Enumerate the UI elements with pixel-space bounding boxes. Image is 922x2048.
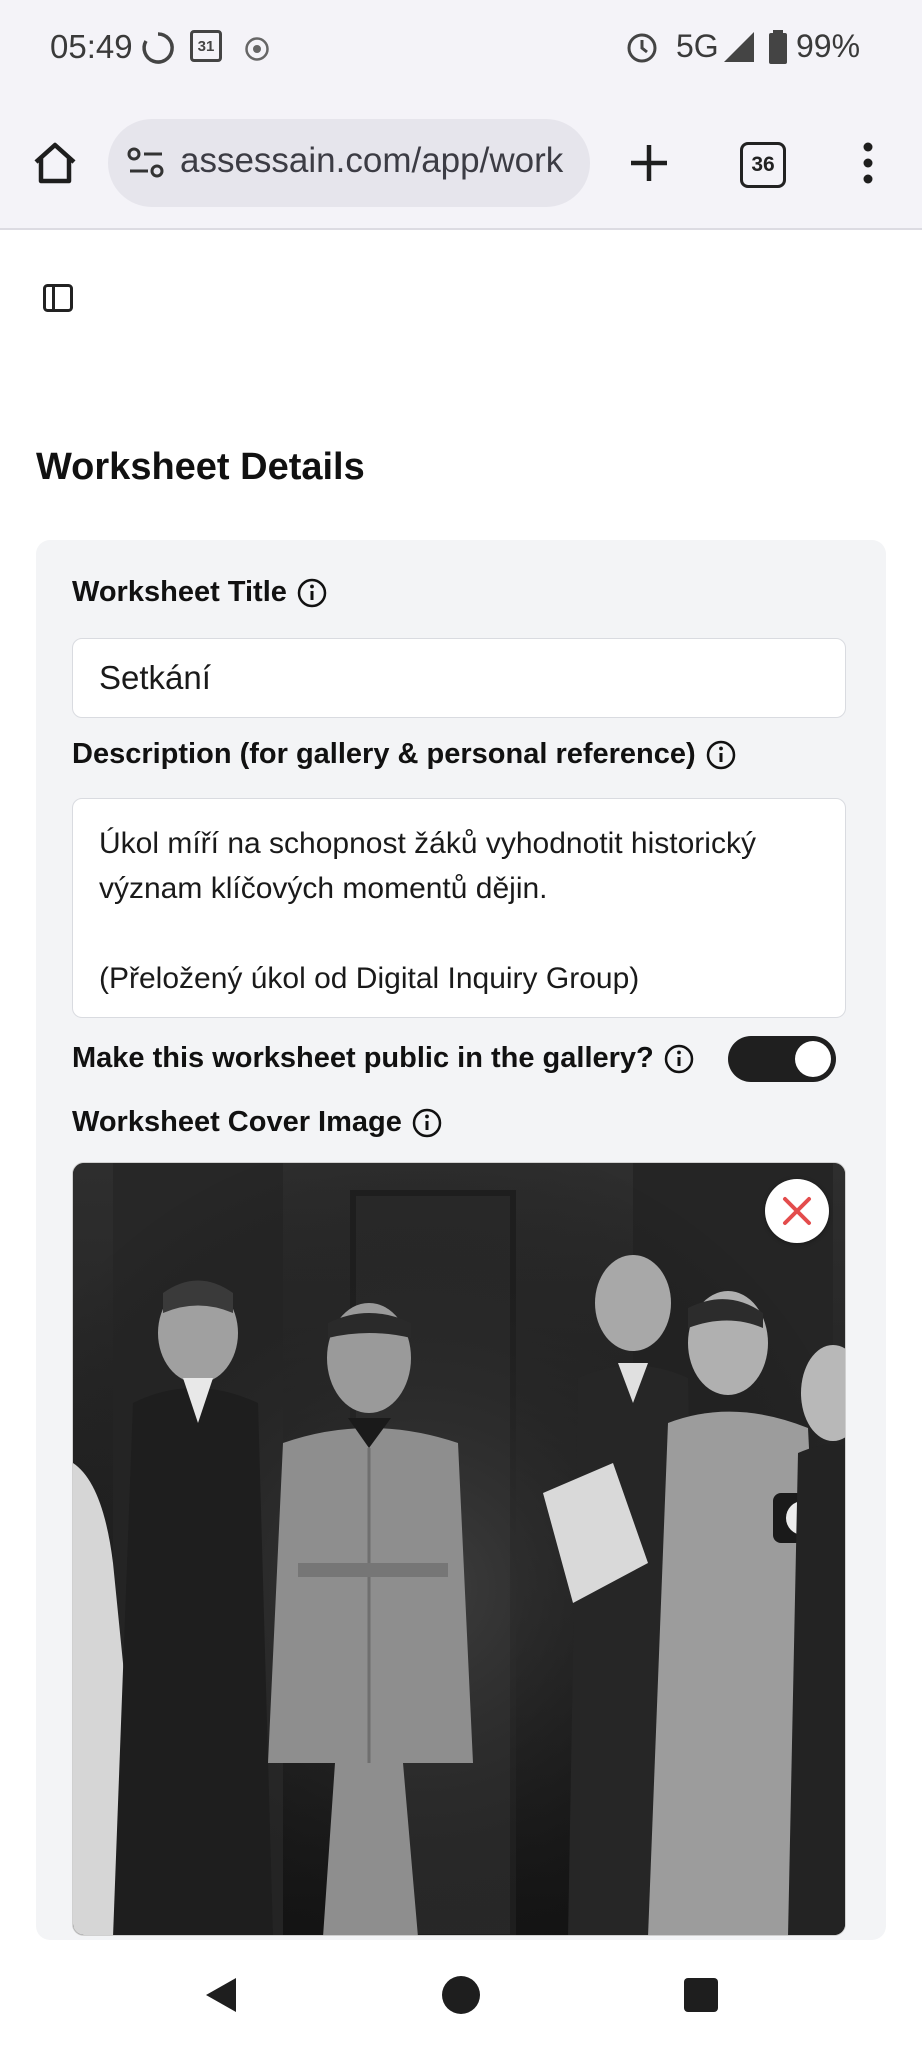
cover-image [72,1162,846,1936]
description-label-text: Description (for gallery & personal refe… [72,738,696,770]
public-gallery-label: Make this worksheet public in the galler… [72,1042,694,1075]
alarm-icon [627,33,657,63]
plus-icon[interactable] [624,138,674,188]
worksheet-details-card: Worksheet Title Setkání Description (for… [36,540,886,1940]
toggle-knob [795,1041,831,1077]
cover-image-label: Worksheet Cover Image [72,1106,442,1139]
battery-icon [769,30,787,64]
info-icon[interactable] [297,578,327,608]
browser-toolbar: assessain.com/app/work 36 [0,100,922,230]
loading-icon [142,32,174,64]
info-icon[interactable] [706,740,736,770]
worksheet-title-input[interactable]: Setkání [72,638,846,718]
battery-level: 99% [796,28,861,64]
system-nav-bar [0,1940,922,2048]
signal-icon [724,32,754,62]
url-text: assessain.com/app/work [180,141,564,180]
tab-switcher-button[interactable]: 36 [740,142,786,188]
cover-image-label-text: Worksheet Cover Image [72,1106,402,1138]
close-icon [783,1197,811,1225]
remove-image-button[interactable] [765,1179,829,1243]
back-icon[interactable] [200,1974,242,2016]
page-title: Worksheet Details [36,446,365,488]
home-icon[interactable] [30,138,80,188]
public-gallery-toggle[interactable] [728,1036,836,1082]
record-icon [245,37,269,61]
public-gallery-label-text: Make this worksheet public in the galler… [72,1042,654,1074]
worksheet-title-label: Worksheet Title [72,576,327,609]
network-type: 5G [676,28,719,64]
cover-photo [73,1163,845,1935]
worksheet-title-label-text: Worksheet Title [72,576,287,608]
status-bar: 05:49 31 5G 99% [0,0,922,100]
site-settings-icon[interactable] [126,145,166,181]
home-nav-icon[interactable] [440,1974,482,2016]
address-bar[interactable]: assessain.com/app/work [108,119,590,207]
sidebar-toggle-icon[interactable] [42,282,74,314]
more-vert-icon[interactable] [856,138,880,188]
info-icon[interactable] [664,1044,694,1074]
description-label: Description (for gallery & personal refe… [72,738,736,771]
info-icon[interactable] [412,1108,442,1138]
recents-icon[interactable] [682,1976,720,2014]
description-textarea[interactable]: Úkol míří na schopnost žáků vyhodnotit h… [72,798,846,1018]
status-time: 05:49 [50,28,133,65]
calendar-icon: 31 [190,30,222,62]
